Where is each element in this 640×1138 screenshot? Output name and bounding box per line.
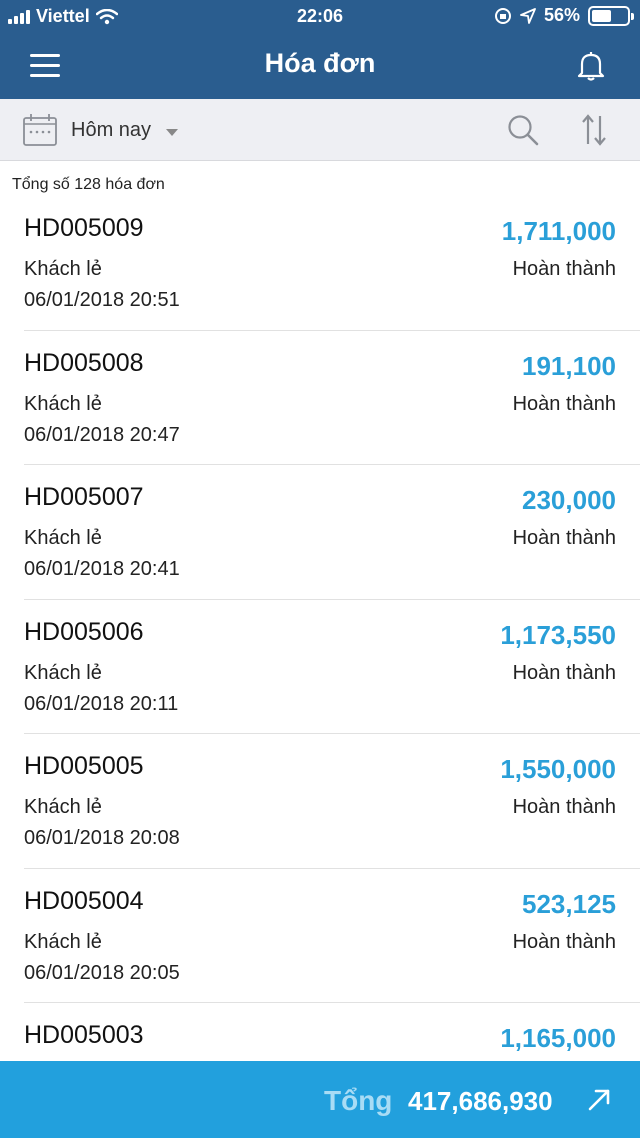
orientation-lock-icon <box>494 7 511 24</box>
invoice-customer: Khách lẻ <box>24 392 102 415</box>
nav-bar: Hóa đơn <box>0 34 640 99</box>
page-title: Hóa đơn <box>264 48 376 78</box>
invoice-code: HD005003 <box>24 1021 144 1049</box>
invoice-status: Hoàn thành <box>512 661 616 684</box>
invoice-datetime: 06/01/2018 20:51 <box>24 289 180 311</box>
invoice-amount: 1,165,000 <box>500 1023 616 1053</box>
invoice-customer: Khách lẻ <box>24 930 102 953</box>
battery-level <box>592 9 612 22</box>
invoice-customer: Khách lẻ <box>24 796 102 818</box>
total-label: Tổng <box>324 1085 393 1116</box>
battery-icon <box>588 5 634 26</box>
invoice-amount: 1,173,550 <box>500 619 616 650</box>
invoice-amount: 1,550,000 <box>500 754 616 784</box>
sort-arrows-icon[interactable] <box>580 113 608 147</box>
invoice-amount: 523,125 <box>522 888 616 919</box>
invoice-row[interactable]: HD005006 1,173,550 Khách lẻ Hoàn thành 06/01… <box>0 600 640 734</box>
invoice-datetime: 06/01/2018 20:11 <box>24 692 179 715</box>
invoice-datetime: 06/01/2018 20:47 <box>24 423 180 446</box>
status-right: 56% <box>494 5 634 26</box>
battery-percent: 56% <box>543 5 580 25</box>
date-range-dropdown[interactable]: Hôm nay <box>71 119 151 142</box>
invoice-status: Hoàn thành <box>512 392 616 415</box>
invoice-status: Hoàn thành <box>512 796 616 818</box>
invoice-datetime: 06/01/2018 20:08 <box>24 827 180 849</box>
invoice-row[interactable]: HD005005 1,550,000 Khách lẻ Hoàn thành 06/01… <box>0 734 640 869</box>
chevron-down-icon[interactable] <box>166 129 178 136</box>
invoice-row[interactable]: HD005008 191,100 Khách lẻ Hoàn thành 06/01/2… <box>0 331 640 465</box>
invoice-list: HD005009 1,711,000 Khách lẻ Hoàn thành 06/01… <box>0 196 640 1138</box>
invoice-code: HD005005 <box>24 752 144 780</box>
header: Viettel 22:06 56% Hóa đơn <box>0 0 640 99</box>
invoice-status: Hoàn thành <box>512 258 616 280</box>
invoice-code: HD005006 <box>24 617 144 646</box>
invoice-customer: Khách lẻ <box>24 661 102 684</box>
total-footer[interactable]: Tổng 417,686,930 <box>0 1061 640 1138</box>
invoice-customer: Khách lẻ <box>24 258 102 280</box>
filter-bar: Hôm nay <box>0 99 640 161</box>
invoice-row[interactable]: HD005004 523,125 Khách lẻ Hoàn thành 06/01/2… <box>0 869 640 1003</box>
invoice-row[interactable]: HD005009 1,711,000 Khách lẻ Hoàn thành 06/01… <box>0 196 640 331</box>
invoice-customer: Khách lẻ <box>24 527 102 549</box>
invoice-code: HD005004 <box>24 886 144 915</box>
total-value: 417,686,930 <box>408 1086 553 1116</box>
invoice-code: HD005009 <box>24 214 144 242</box>
invoice-screen: Viettel 22:06 56% Hóa đơn Hôm nay Tổng s… <box>0 0 640 1138</box>
invoice-code: HD005008 <box>24 348 144 377</box>
notifications-button[interactable] <box>576 50 606 82</box>
arrow-up-right-icon[interactable] <box>586 1087 612 1113</box>
invoice-datetime: 06/01/2018 20:41 <box>24 558 180 580</box>
bell-icon <box>577 52 605 81</box>
invoice-amount: 1,711,000 <box>501 216 616 246</box>
invoice-status: Hoàn thành <box>512 527 616 549</box>
invoice-amount: 230,000 <box>522 485 616 515</box>
calendar-icon[interactable] <box>22 113 58 147</box>
invoice-amount: 191,100 <box>522 350 616 381</box>
invoice-count: Tổng số 128 hóa đơn <box>12 176 165 193</box>
search-icon[interactable] <box>506 113 540 147</box>
status-bar: Viettel 22:06 56% <box>0 0 640 34</box>
location-arrow-icon <box>520 7 536 24</box>
invoice-code: HD005007 <box>24 483 144 511</box>
invoice-row[interactable]: HD005007 230,000 Khách lẻ Hoàn thành 06/01/2… <box>0 465 640 600</box>
invoice-datetime: 06/01/2018 20:05 <box>24 961 180 984</box>
invoice-status: Hoàn thành <box>512 930 616 953</box>
